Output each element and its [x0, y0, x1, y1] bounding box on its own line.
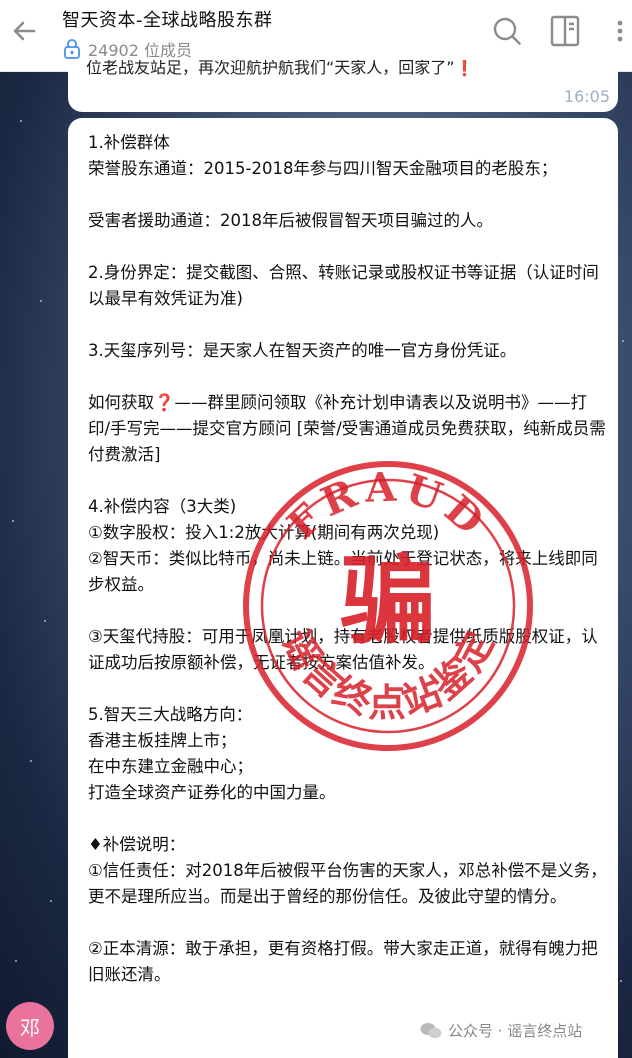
group-title[interactable]: 智天资本-全球战略股东群: [62, 6, 273, 32]
message-line: 1.补偿群体: [88, 133, 170, 152]
search-icon[interactable]: [490, 14, 524, 48]
message-line: ②智天币：类似比特币，尚未上链。当前处于登记状态，将来上线即同步权益。: [88, 549, 598, 594]
message-line: 荣誉股东通道：2015-2018年参与四川智天金融项目的老股东；: [88, 159, 558, 178]
avatar-initial: 邓: [20, 1015, 40, 1040]
wechat-icon: [420, 1022, 442, 1038]
message-line: 香港主板挂牌上市；: [88, 731, 237, 750]
watermark: 公众号 · 谣言终点站: [420, 1020, 582, 1041]
more-menu-icon[interactable]: [598, 14, 628, 48]
message-line: 打造全球资产证券化的中国力量。: [88, 783, 336, 802]
sidebar-toggle-icon[interactable]: [548, 14, 582, 48]
message-line: 在中东建立金融中心；: [88, 757, 253, 776]
message-line: ③天玺代持股：可用于凤凰计划，持有老股权者提供纸质版股权证，认证成功后按原额补偿…: [88, 627, 598, 672]
previous-message-bubble: 位老战友站足，再次迎航护航我们“天家人，回家了”❗ 16:05: [68, 60, 618, 112]
avatar[interactable]: 邓: [6, 1002, 54, 1050]
watermark-text: 公众号 · 谣言终点站: [448, 1022, 583, 1040]
message-line: 3.天玺序列号：是天家人在智天资产的唯一官方身份凭证。: [88, 341, 517, 360]
message-line: 如何获取❓——群里顾问领取《补充计划申请表以及说明书》——打印/手写完——提交官…: [88, 393, 606, 464]
message-line: 4.补偿内容（3大类): [88, 497, 237, 516]
previous-message-text: 位老战友站足，再次迎航护航我们“天家人，回家了”❗: [86, 60, 475, 77]
back-arrow-icon[interactable]: [8, 14, 42, 48]
message-line: 5.智天三大战略方向：: [88, 705, 253, 724]
message-time: 16:05: [563, 87, 610, 106]
lock-icon: [64, 39, 80, 59]
message-line: 2.身份界定：提交截图、合照、转账记录或股权证书等证据（认证时间以最早有效凭证为…: [88, 263, 599, 308]
message-line: ①数字股权：投入1:2放大计算(期间有两次兑现): [88, 523, 440, 542]
member-count-label: 24902 位成员: [88, 41, 192, 60]
member-count: 24902 位成员: [62, 37, 192, 61]
message-line: 受害者援助通道：2018年后被假冒智天项目骗过的人。: [88, 211, 493, 230]
message-line: ②正本清源：敢于承担，更有资格打假。带大家走正道，就得有魄力把旧账还清。: [88, 939, 598, 984]
message-line: ♦补偿说明：: [88, 835, 186, 854]
message-bubble: 1.补偿群体荣誉股东通道：2015-2018年参与四川智天金融项目的老股东； 受害…: [68, 118, 618, 1058]
message-line: ①信任责任：对2018年后被假平台伤害的天家人，邓总补偿不是义务，更不是理所应当…: [88, 861, 607, 906]
message-text: 1.补偿群体荣誉股东通道：2015-2018年参与四川智天金融项目的老股东； 受害…: [88, 130, 608, 988]
